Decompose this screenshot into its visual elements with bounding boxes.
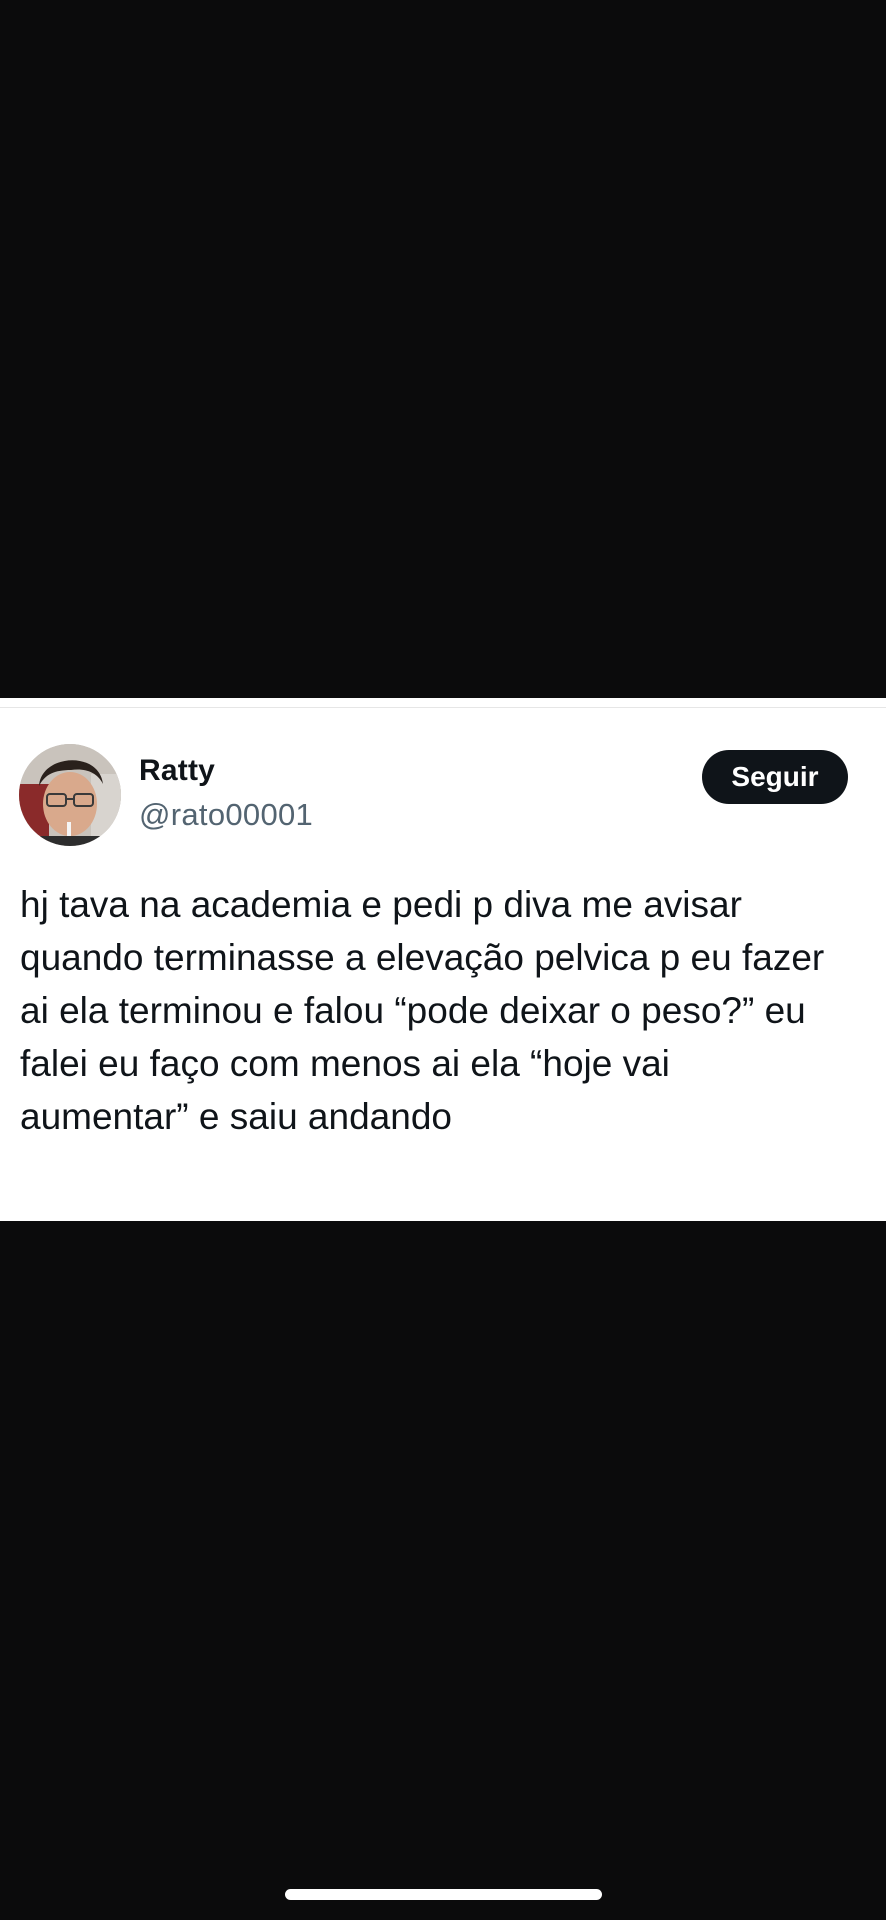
tweet-text-line: quando terminasse a elevação pelvica p e… [20,937,825,978]
screen: Ratty @rato00001 Seguir hj tava na acade… [0,0,886,1920]
user-name[interactable]: Ratty [139,754,215,788]
tweet-card: Ratty @rato00001 Seguir hj tava na acade… [0,698,886,1221]
avatar-image [19,744,121,846]
tweet-text-line: aumentar” e saiu andando [20,1096,452,1137]
tweet-text-line: falei eu faço com menos ai ela “hoje vai [20,1043,670,1084]
tweet-text-line: hj tava na academia e pedi p diva me avi… [20,884,742,925]
divider [0,707,886,708]
follow-button[interactable]: Seguir [702,750,848,804]
user-handle[interactable]: @rato00001 [139,797,313,833]
home-indicator[interactable] [285,1889,602,1900]
avatar[interactable] [19,744,121,846]
tweet-text: hj tava na academia e pedi p diva me avi… [20,878,870,1143]
tweet-text-line: ai ela terminou e falou “pode deixar o p… [20,990,806,1031]
